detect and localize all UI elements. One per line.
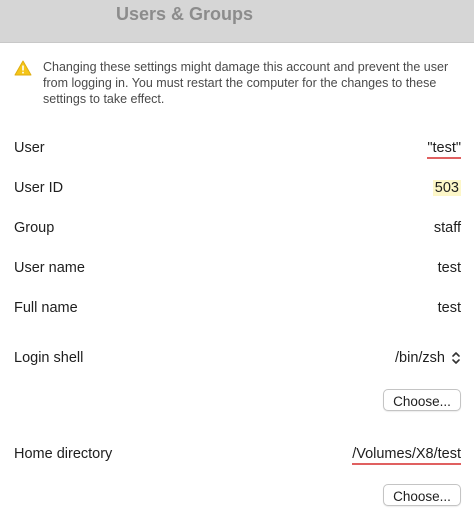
full-name-row: Full name test [14, 297, 461, 319]
user-id-value: 503 [432, 180, 461, 196]
login-shell-label: Login shell [14, 350, 84, 366]
full-name-field[interactable]: test [438, 297, 461, 319]
login-shell-value: /bin/zsh [395, 350, 445, 366]
user-name-field[interactable]: test [438, 257, 461, 279]
login-shell-select[interactable]: /bin/zsh [395, 347, 461, 369]
warning-triangle-icon [14, 60, 32, 76]
user-name-row: User name test [14, 257, 461, 279]
warning-text: Changing these settings might damage thi… [43, 60, 449, 106]
user-row: User "test" [14, 137, 461, 159]
window-title: Users & Groups [116, 4, 254, 24]
user-value: "test" [427, 137, 461, 159]
choose-shell-button[interactable]: Choose... [383, 389, 461, 411]
user-label: User [14, 140, 45, 156]
home-directory-label: Home directory [14, 446, 113, 462]
user-value-text: "test" [427, 140, 461, 159]
full-name-label: Full name [14, 300, 78, 316]
choose-home-button[interactable]: Choose... [383, 484, 461, 506]
user-id-field[interactable]: 503 [432, 177, 461, 199]
title-bar: Users & Groups [0, 0, 474, 43]
home-directory-field[interactable]: /Volumes/X8/test [352, 443, 461, 465]
home-directory-value: /Volumes/X8/test [352, 446, 461, 465]
user-id-row: User ID 503 [14, 177, 461, 199]
group-label: Group [14, 220, 55, 236]
login-shell-row: Login shell /bin/zsh [14, 347, 461, 369]
group-row: Group staff [14, 217, 461, 239]
home-directory-row: Home directory /Volumes/X8/test [14, 443, 461, 465]
group-field[interactable]: staff [434, 217, 461, 239]
user-name-label: User name [14, 260, 85, 276]
user-id-label: User ID [14, 180, 64, 196]
chevron-updown-icon [452, 352, 460, 364]
